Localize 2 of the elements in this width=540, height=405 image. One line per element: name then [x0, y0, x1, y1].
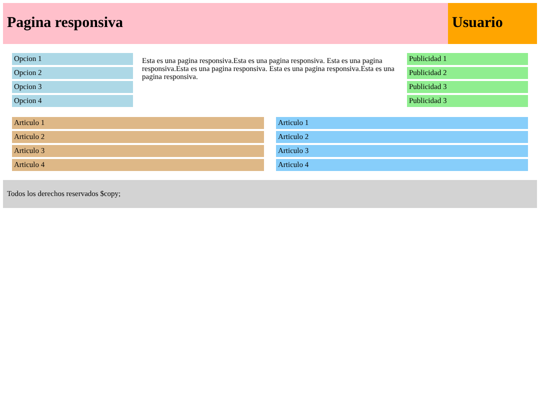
- page-title: Pagina responsiva: [3, 3, 448, 44]
- user-label: Usuario: [448, 3, 537, 44]
